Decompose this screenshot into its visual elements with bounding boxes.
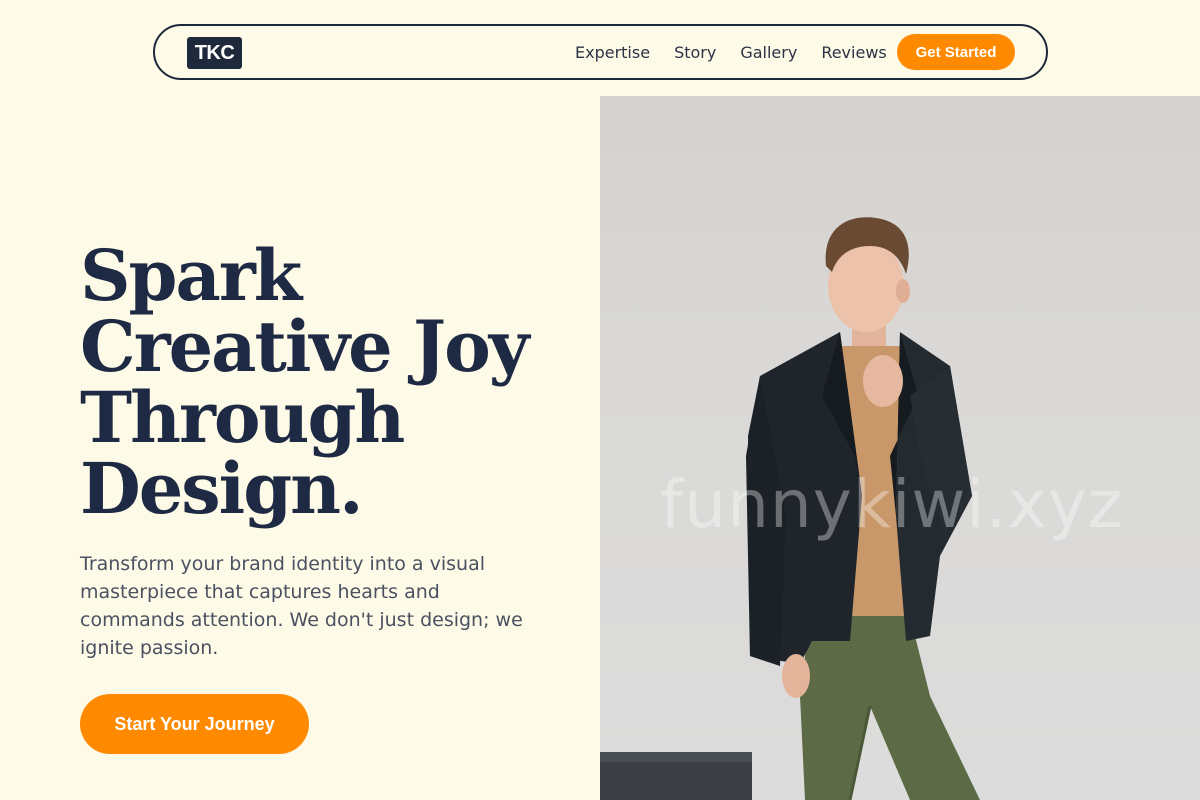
headline-line: Spark [80, 234, 302, 317]
hero-headline: Spark Creative Joy Through Design. [80, 240, 580, 524]
start-journey-button[interactable]: Start Your Journey [80, 694, 309, 754]
brand-logo[interactable]: TKC [187, 37, 242, 69]
headline-line: Design. [80, 447, 363, 530]
hero-subtext: Transform your brand identity into a vis… [80, 553, 523, 659]
nav-link-reviews[interactable]: Reviews [821, 43, 886, 62]
nav-link-expertise[interactable]: Expertise [575, 43, 650, 62]
get-started-button[interactable]: Get Started [897, 34, 1015, 70]
image-watermark: funnykiwi.xyz [660, 466, 1124, 543]
nav-link-story[interactable]: Story [674, 43, 716, 62]
nav-links: Expertise Story Gallery Reviews [575, 26, 911, 78]
headline-line: Creative Joy [80, 305, 529, 388]
nav-link-gallery[interactable]: Gallery [740, 43, 797, 62]
hero-image: funnykiwi.xyz [600, 96, 1200, 800]
model-photo [600, 217, 980, 800]
top-nav: TKC Expertise Story Gallery Reviews Get … [153, 24, 1048, 80]
landing-page: TKC Expertise Story Gallery Reviews Get … [0, 0, 1200, 800]
headline-line: Through [80, 376, 405, 459]
